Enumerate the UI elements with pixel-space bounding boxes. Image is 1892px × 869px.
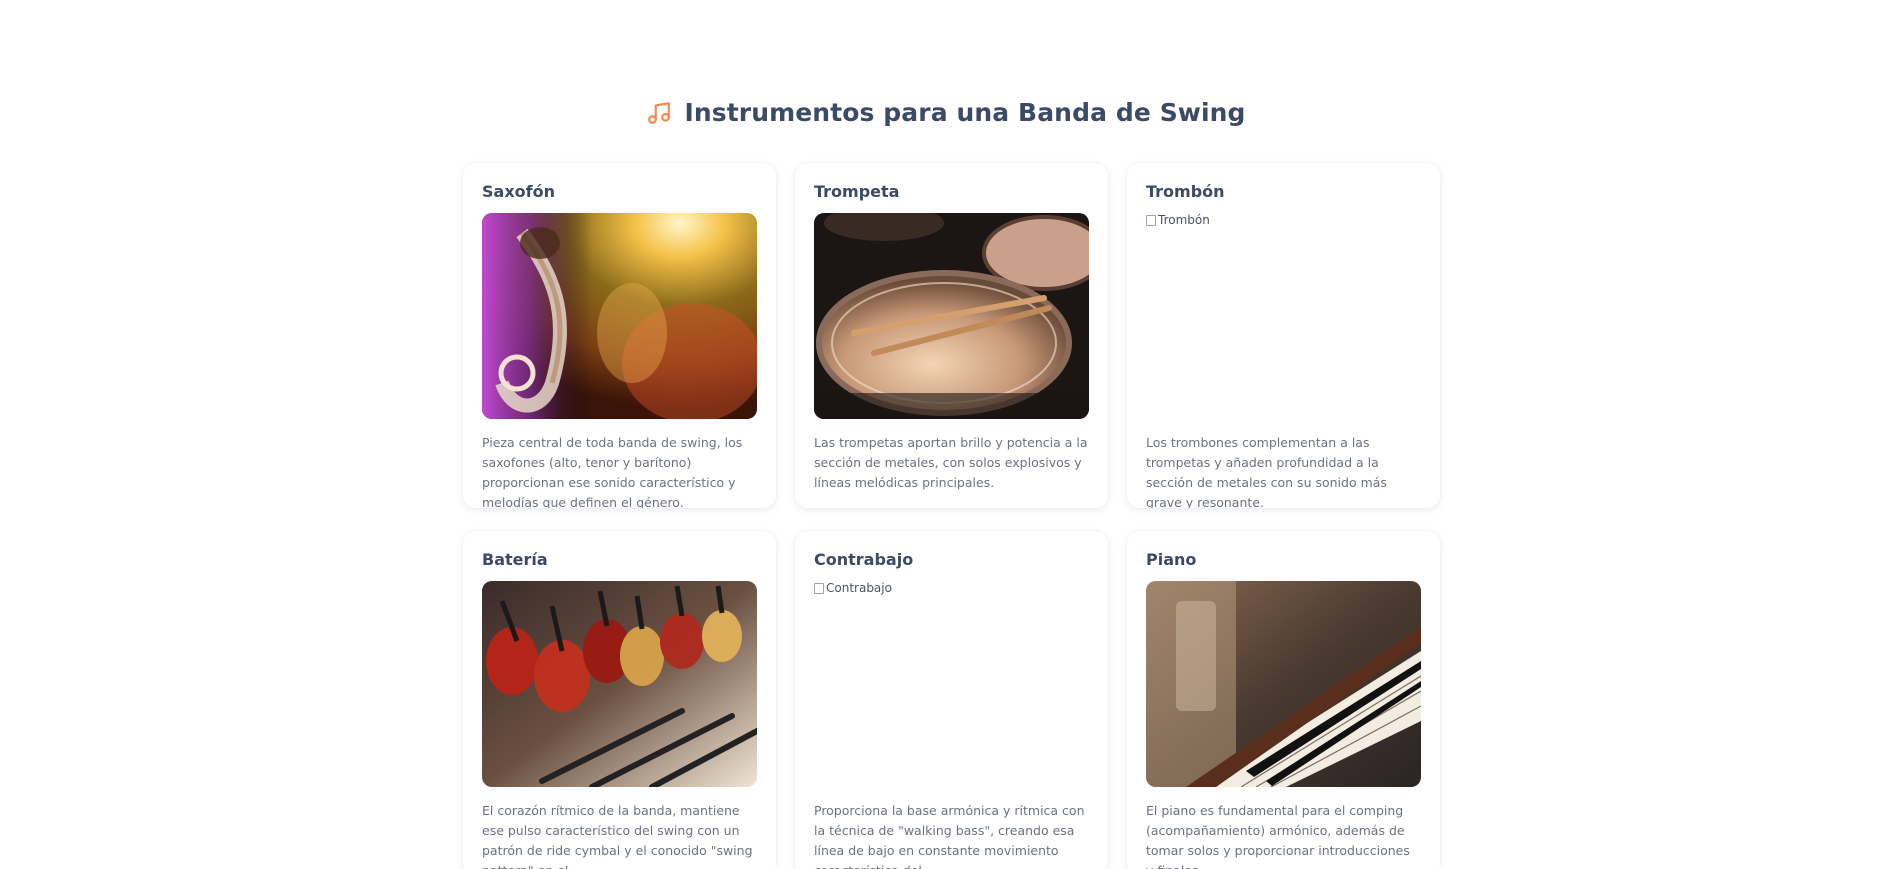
section-heading: Instrumentos para una Banda de Swing <box>0 98 1892 127</box>
card-title: Saxofón <box>482 182 555 201</box>
instrument-card-bateria: Batería El corazón rítmico de la banda, … <box>463 531 776 869</box>
music-note-icon <box>648 101 671 124</box>
instrument-card-trompeta: Trompeta Las trompetas aportan brillo y … <box>795 163 1108 508</box>
instrument-card-saxofon: Saxofón Pieza central de toda banda de s… <box>463 163 776 508</box>
image-alt-text: Trombón <box>1158 213 1210 227</box>
drum-photo <box>814 213 1089 419</box>
instrument-card-trombon: Trombón Trombón Los trombones complement… <box>1127 163 1440 508</box>
broken-image-icon <box>1146 215 1156 226</box>
instrument-grid: Saxofón Pieza central de toda banda de s… <box>463 163 1440 869</box>
card-description: Los trombones complementan a las trompet… <box>1146 435 1387 508</box>
instrument-card-contrabajo: Contrabajo Contrabajo Proporciona la bas… <box>795 531 1108 869</box>
page: Instrumentos para una Banda de Swing Sax… <box>0 0 1892 869</box>
broken-image-icon <box>814 583 824 594</box>
card-title: Trompeta <box>814 182 900 201</box>
card-description: Las trompetas aportan brillo y potencia … <box>814 435 1088 490</box>
saxophone-photo <box>482 213 757 419</box>
card-description: Pieza central de toda banda de swing, lo… <box>482 435 743 508</box>
broken-image: Contrabajo <box>814 581 1089 787</box>
card-title: Trombón <box>1146 182 1225 201</box>
image-alt-text: Contrabajo <box>826 581 892 595</box>
instrument-card-piano: Piano El piano es fundamental para el co… <box>1127 531 1440 869</box>
page-title: Instrumentos para una Banda de Swing <box>684 98 1246 127</box>
card-description: El piano es fundamental para el comping … <box>1146 803 1410 869</box>
guitar-rack-photo <box>482 581 757 787</box>
card-description: El corazón rítmico de la banda, mantiene… <box>482 803 753 869</box>
card-title: Piano <box>1146 550 1197 569</box>
card-title: Contrabajo <box>814 550 914 569</box>
broken-image: Trombón <box>1146 213 1421 419</box>
card-description: Proporciona la base armónica y rítmica c… <box>814 803 1085 869</box>
card-title: Batería <box>482 550 548 569</box>
piano-photo <box>1146 581 1421 787</box>
